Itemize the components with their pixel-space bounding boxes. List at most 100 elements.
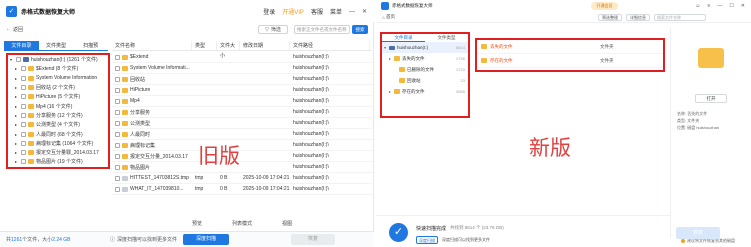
file-icon bbox=[122, 186, 128, 192]
checkbox[interactable] bbox=[115, 109, 120, 115]
table-row[interactable]: 报定交互分量_2014.03.17 huishouzhan(I:)\ bbox=[112, 151, 372, 162]
checkbox[interactable] bbox=[115, 142, 120, 148]
tree-item[interactable]: ▾ huishouzhan(I:) (1261 个文件) bbox=[8, 55, 108, 64]
checkbox[interactable] bbox=[21, 112, 26, 118]
user-icon[interactable]: ☺ bbox=[695, 3, 700, 9]
checkbox[interactable] bbox=[115, 120, 120, 126]
back-button[interactable]: ← 返回 bbox=[6, 26, 23, 33]
col-date[interactable]: 修改日期 bbox=[240, 41, 290, 50]
file-name: System Volume Informati... bbox=[130, 65, 190, 71]
checkbox[interactable] bbox=[21, 75, 26, 81]
tab-file-type[interactable]: 文件类型 bbox=[425, 34, 468, 42]
minimize-icon[interactable]: — bbox=[717, 3, 722, 9]
tree-item[interactable]: ▾ huishouzhan(I:) 8614 bbox=[382, 42, 468, 53]
table-row[interactable]: 物品图片 huishouzhan(I:)\ bbox=[112, 162, 372, 173]
table-row[interactable]: 回收站 huishouzhan(I:)\ bbox=[112, 74, 372, 85]
checkbox[interactable] bbox=[21, 85, 26, 91]
close-icon[interactable]: ✕ bbox=[362, 8, 367, 15]
tree-item[interactable]: 已删除的文件 2733 bbox=[382, 64, 468, 75]
folder-icon bbox=[28, 85, 34, 91]
view-toggle[interactable]: 视图 bbox=[282, 220, 292, 227]
deep-scan-button[interactable]: 深度扫描 bbox=[416, 236, 438, 244]
list-item[interactable]: 存在的文件 文件夹 bbox=[477, 54, 663, 68]
home-link[interactable]: 首页 bbox=[386, 14, 395, 20]
checkbox[interactable] bbox=[21, 103, 26, 109]
vip-button[interactable]: 开通会员 bbox=[591, 2, 618, 10]
tab-file-type[interactable]: 文件类型 bbox=[39, 41, 74, 50]
checkbox[interactable] bbox=[115, 65, 120, 71]
open-button[interactable]: 打开 bbox=[695, 94, 727, 103]
recover-button[interactable]: 恢复 bbox=[676, 227, 720, 239]
tree-item[interactable]: ▸ 人最同时 (68 个文件) bbox=[8, 129, 108, 138]
tab-directory[interactable]: 文件目录 bbox=[4, 41, 39, 50]
checkbox[interactable] bbox=[21, 122, 26, 128]
checkbox[interactable] bbox=[115, 76, 120, 82]
checkbox[interactable] bbox=[115, 54, 120, 60]
tab-preview[interactable]: 扫描预 bbox=[73, 41, 108, 50]
filter-button[interactable]: ▽ 筛选 bbox=[258, 25, 288, 34]
checkbox[interactable] bbox=[21, 159, 26, 165]
tree-item[interactable]: ▸ 回收站 (2 个文件) bbox=[8, 83, 108, 92]
tree-item[interactable]: ▸ 存在的文件 5858 bbox=[382, 86, 468, 97]
search-input[interactable]: 搜索正文件名或文件名称 bbox=[294, 25, 350, 34]
file-type: tmp bbox=[195, 186, 204, 192]
search-button[interactable]: 搜索 bbox=[352, 25, 368, 34]
service-link[interactable]: 客服 bbox=[311, 7, 323, 16]
vip-link[interactable]: 开通VIP bbox=[282, 7, 304, 16]
col-type[interactable]: 类型 bbox=[192, 41, 217, 50]
table-row[interactable]: HITTEST_14703812S.tmp tmp 0 B 2025-10-09 17… bbox=[112, 173, 372, 184]
checkbox[interactable] bbox=[21, 131, 26, 137]
minimize-icon[interactable]: — bbox=[349, 9, 355, 15]
tree-item[interactable]: ▸ 公测类型 (4 个文件) bbox=[8, 120, 108, 129]
login-link[interactable]: 登录 bbox=[263, 7, 275, 16]
view-mode-button[interactable]: 详细信息 bbox=[626, 14, 650, 21]
menu-icon[interactable]: ≡ bbox=[707, 3, 710, 9]
checkbox[interactable] bbox=[115, 98, 120, 104]
tab-directory[interactable]: 文件目录 bbox=[382, 34, 425, 42]
file-path: huishouzhan(I:)\ bbox=[293, 120, 329, 126]
checkbox[interactable] bbox=[115, 164, 120, 170]
table-row[interactable]: 人最同时 huishouzhan(I:)\ bbox=[112, 129, 372, 140]
tree-item[interactable]: ▸ 报定交互分量罪_2014.03.17 bbox=[8, 148, 108, 157]
checkbox[interactable] bbox=[115, 175, 120, 181]
tree-item[interactable]: ▸ 病理标记集 (1064 个文件) bbox=[8, 139, 108, 148]
checkbox[interactable] bbox=[115, 87, 120, 93]
checkbox[interactable] bbox=[21, 140, 26, 146]
table-row[interactable]: 分享服务 huishouzhan(I:)\ bbox=[112, 107, 372, 118]
table-row[interactable]: 病理标记集 huishouzhan(I:)\ bbox=[112, 140, 372, 151]
checkbox[interactable] bbox=[115, 131, 120, 137]
filter-button[interactable]: 筛选整理 bbox=[598, 14, 622, 21]
tree-item[interactable]: ▸ $Extend (8 个文件) bbox=[8, 64, 108, 73]
table-row[interactable]: $Extend huishouzhan(I:)\ bbox=[112, 52, 372, 63]
table-row[interactable]: System Volume Informati... huishouzhan(I:… bbox=[112, 63, 372, 74]
tree-item[interactable]: 回收站 23 bbox=[382, 75, 468, 86]
table-row[interactable]: WHAT_IT_147039810... tmp 0 B 2025-10-09 17:… bbox=[112, 184, 372, 195]
list-mode-toggle[interactable]: 列表模式 bbox=[232, 220, 252, 227]
search-input[interactable]: 搜索文件名称 bbox=[654, 14, 706, 21]
table-row[interactable]: HiPicture huishouzhan(I:)\ bbox=[112, 85, 372, 96]
col-name[interactable]: 文件名称 bbox=[112, 41, 192, 50]
close-icon[interactable]: ✕ bbox=[741, 3, 745, 9]
tree-item[interactable]: ▸ 物品图片 (19 个文件) bbox=[8, 157, 108, 166]
checkbox[interactable] bbox=[21, 150, 26, 156]
tree-item[interactable]: ▸ 丢失的文件 2756 bbox=[382, 53, 468, 64]
tree-item[interactable]: ▸ System Volume Information bbox=[8, 74, 108, 83]
table-row[interactable]: Mp4 huishouzhan(I:)\ bbox=[112, 96, 372, 107]
tree-item[interactable]: ▸ HiPicture (5 个文件) bbox=[8, 92, 108, 101]
checkbox[interactable] bbox=[21, 66, 26, 72]
tree-item[interactable]: ▸ Mp4 (16 个文件) bbox=[8, 101, 108, 110]
checkbox[interactable] bbox=[115, 186, 120, 192]
checkbox[interactable] bbox=[21, 94, 26, 100]
list-item[interactable]: 丢失的文件 文件夹 bbox=[477, 40, 663, 54]
deep-scan-button[interactable]: 深度扫描 bbox=[183, 234, 230, 245]
checkbox[interactable] bbox=[16, 57, 21, 63]
checkbox[interactable] bbox=[115, 153, 120, 159]
preview-toggle[interactable]: 预览 bbox=[192, 220, 202, 227]
tree-item[interactable]: ▸ 分享服务 (12 个文件) bbox=[8, 111, 108, 120]
menu-link[interactable]: 菜单 bbox=[330, 7, 342, 16]
maximize-icon[interactable]: ☐ bbox=[729, 3, 733, 9]
recover-button[interactable]: 恢复 bbox=[291, 234, 336, 245]
col-path[interactable]: 文件路径 bbox=[290, 41, 370, 50]
table-row[interactable]: 公测类型 huishouzhan(I:)\ bbox=[112, 118, 372, 129]
col-size[interactable]: 文件大小 bbox=[217, 41, 240, 59]
